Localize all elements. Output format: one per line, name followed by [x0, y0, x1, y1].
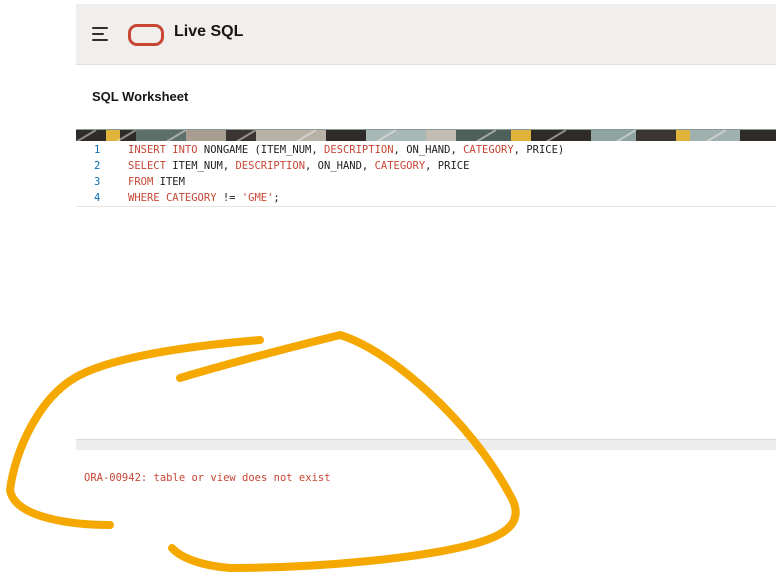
line-number: 1: [94, 144, 101, 156]
sql-token: ;: [273, 192, 280, 204]
sql-keyword: DESCRIPTION: [324, 144, 394, 156]
sql-editor[interactable]: 1 INSERT INTO NONGAME (ITEM_NUM, DESCRIP…: [76, 141, 776, 439]
sql-keyword: CATEGORY: [374, 160, 426, 172]
code-line-4[interactable]: 4 WHERE CATEGORY != 'GME';: [76, 190, 776, 207]
sql-keyword: INSERT: [128, 144, 166, 156]
banner-pattern: [76, 129, 776, 141]
sql-token: !=: [216, 192, 242, 204]
oracle-logo-icon[interactable]: [128, 24, 164, 46]
code-text[interactable]: WHERE CATEGORY != 'GME';: [128, 190, 280, 206]
app-title[interactable]: Live SQL: [174, 23, 243, 41]
hamburger-menu-icon[interactable]: [92, 26, 110, 42]
sql-keyword: FROM: [128, 176, 154, 188]
sql-token: , PRICE): [513, 144, 565, 156]
results-pane: ORA-00942: table or view does not exist: [76, 450, 776, 581]
line-number: 4: [94, 192, 101, 204]
line-number: 3: [94, 176, 101, 188]
sql-token: , ON_HAND,: [305, 160, 375, 172]
sql-token: NONGAME (ITEM_NUM,: [197, 144, 324, 156]
code-text[interactable]: SELECT ITEM_NUM, DESCRIPTION, ON_HAND, C…: [128, 158, 469, 174]
app-header: Live SQL: [76, 4, 776, 65]
error-message: ORA-00942: table or view does not exist: [84, 472, 331, 484]
sql-token: ITEM_NUM,: [165, 160, 236, 172]
line-number: 2: [94, 160, 101, 172]
sql-string: 'GME': [241, 192, 274, 204]
sql-token: , PRICE: [425, 160, 470, 172]
sql-keyword: CATEGORY: [463, 144, 514, 156]
code-text[interactable]: INSERT INTO NONGAME (ITEM_NUM, DESCRIPTI…: [128, 142, 564, 158]
page-title: SQL Worksheet: [92, 89, 189, 104]
sql-token: ITEM: [153, 176, 185, 188]
sql-keyword: INTO: [172, 144, 198, 156]
left-gutter: [0, 0, 76, 581]
sql-keyword: SELECT: [128, 160, 166, 172]
code-line-3[interactable]: 3 FROM ITEM: [76, 174, 776, 190]
sql-keyword: CATEGORY: [165, 192, 217, 204]
sql-keyword: DESCRIPTION: [235, 160, 306, 172]
decorative-banner: [76, 129, 776, 141]
sql-keyword: WHERE: [128, 192, 160, 204]
code-text[interactable]: FROM ITEM: [128, 174, 185, 190]
code-line-2[interactable]: 2 SELECT ITEM_NUM, DESCRIPTION, ON_HAND,…: [76, 158, 776, 174]
sql-token: , ON_HAND,: [393, 144, 464, 156]
code-line-1[interactable]: 1 INSERT INTO NONGAME (ITEM_NUM, DESCRIP…: [76, 142, 776, 158]
